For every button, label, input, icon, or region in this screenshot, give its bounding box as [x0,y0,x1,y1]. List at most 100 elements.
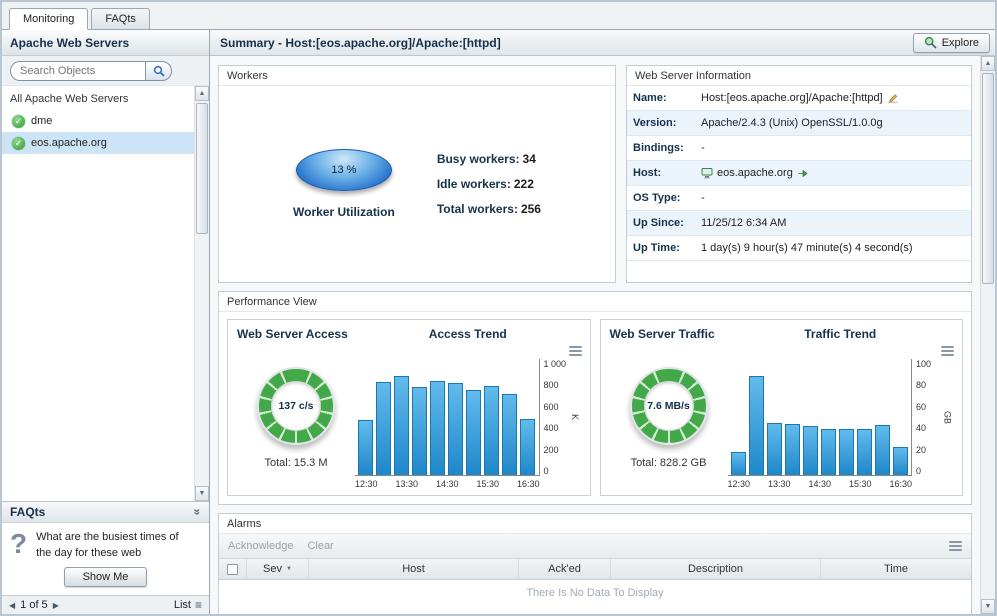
main-scrollbar[interactable]: ▲ ▼ [980,56,995,614]
pager-controls: ◀ 1 of 5 ▶ [9,599,59,611]
scroll-down-icon[interactable]: ▼ [195,486,209,501]
scrollbar-thumb[interactable] [982,73,994,284]
search-row [2,56,209,86]
version-value: Apache/2.4.3 (Unix) OpenSSL/1.0.0g [701,117,883,129]
edit-icon[interactable] [887,92,899,104]
scrollbar-track[interactable] [195,101,209,486]
server-name: dme [31,115,52,127]
web-server-access-card: Web Server Access Access Trend 137 c/s [227,319,591,496]
workers-panel: Workers 13 % Worker Utilization [218,65,616,283]
faqts-question: What are the busiest times of the day fo… [36,530,186,561]
bindings-value: - [701,142,705,154]
idle-workers-stat: Idle workers:222 [437,177,541,191]
column-header-description[interactable]: Description [611,559,821,579]
sidebar-item-eos-apache-org[interactable]: ✓ eos.apache.org [2,132,194,154]
clear-button[interactable]: Clear [307,540,333,552]
acknowledge-button[interactable]: Acknowledge [228,540,293,552]
access-trend-title: Access Trend [355,327,581,345]
chart-options-icon[interactable] [941,346,954,356]
server-list: All Apache Web Servers ✓ dme ✓ eos.apach… [2,86,194,501]
bar [412,387,427,475]
traffic-rate-gauge[interactable]: 7.6 MB/s [630,367,708,445]
main-area: Summary - Host:[eos.apache.org]/Apache:[… [210,30,995,614]
faqts-header: FAQts » [2,502,209,523]
show-me-button[interactable]: Show Me [64,567,148,587]
table-row: Version: Apache/2.4.3 (Unix) OpenSSL/1.0… [627,111,971,136]
table-row: Name: Host:[eos.apache.org]/Apache:[http… [627,86,971,111]
worker-utilization-gauge-group: 13 % Worker Utilization [293,149,395,219]
bar [749,376,764,475]
table-row: Up Since: 11/25/12 6:34 AM [627,211,971,236]
column-header-sev[interactable]: Sev ▼ [247,559,309,579]
bar [484,386,499,475]
sidebar-item-dme[interactable]: ✓ dme [2,110,194,132]
bar [803,426,818,475]
y-axis: 1 0008006004002000 [540,359,570,476]
scrollbar-track[interactable] [981,71,995,599]
web-server-info-table: Name: Host:[eos.apache.org]/Apache:[http… [627,86,971,261]
up-since-value: 11/25/12 6:34 AM [701,217,786,229]
bar [839,429,854,475]
bar [502,394,517,475]
prev-arrow-icon[interactable]: ◀ [9,601,15,610]
select-all-cell[interactable] [219,559,247,579]
table-customizer-icon[interactable] [949,541,962,551]
server-list-wrap: All Apache Web Servers ✓ dme ✓ eos.apach… [2,86,209,501]
faqts-body: ? What are the busiest times of the day … [2,523,209,563]
sidebar-scrollbar[interactable]: ▲ ▼ [194,86,209,501]
tab-faqts[interactable]: FAQts [91,8,150,30]
summary-row: Workers 13 % Worker Utilization [218,65,972,283]
access-rate-gauge[interactable]: 137 c/s [257,367,335,445]
faqts-section: FAQts » ? What are the busiest times of … [2,501,209,595]
scrollbar-thumb[interactable] [196,103,208,234]
worker-utilization-label: Worker Utilization [293,205,395,219]
pager-position: 1 of 5 [20,599,48,611]
list-label: List [174,599,191,611]
chart-options-icon[interactable] [569,346,582,356]
list-view-toggle[interactable]: List ≡ [174,598,202,612]
explore-button[interactable]: Explore [913,33,990,53]
column-header-acked[interactable]: Ack'ed [519,559,611,579]
scroll-up-icon[interactable]: ▲ [981,56,995,71]
access-gauge-zone: 137 c/s Total: 15.3 M [237,345,355,490]
scroll-down-icon[interactable]: ▼ [981,599,995,614]
search-button[interactable] [145,61,172,81]
workers-panel-title: Workers [219,66,615,86]
access-rate-value: 137 c/s [278,400,313,412]
performance-view-panel: Performance View Web Server Access Acces… [218,291,972,505]
scroll-up-icon[interactable]: ▲ [195,86,209,101]
drilldown-arrow-icon[interactable] [797,168,808,179]
alarms-table-header: Sev ▼ Host Ack'ed Description Time [219,559,971,580]
web-server-info-panel: Web Server Information Name: Host:[eos.a… [626,65,972,283]
bar [376,382,391,475]
bar [857,429,872,475]
select-all-checkbox[interactable] [227,564,238,575]
status-ok-icon: ✓ [12,137,25,150]
list-icon: ≡ [195,598,202,612]
bar [785,424,800,475]
web-server-info-title: Web Server Information [627,66,971,86]
collapse-chevron-icon[interactable]: » [191,509,205,516]
search-box [10,61,172,81]
bar [821,429,836,475]
bar [520,419,535,475]
faqts-title: FAQts [10,505,45,519]
access-card-title: Web Server Access [237,327,355,345]
main-header: Summary - Host:[eos.apache.org]/Apache:[… [210,30,995,56]
access-trend-chart[interactable]: 1 0008006004002000 K 12:3013:3014:3015:3… [355,345,581,490]
next-arrow-icon[interactable]: ▶ [53,601,59,610]
tab-monitoring[interactable]: Monitoring [9,8,88,30]
search-input[interactable] [10,61,145,81]
worker-utilization-gauge[interactable]: 13 % [296,149,392,191]
page-title: Summary - Host:[eos.apache.org]/Apache:[… [220,36,501,50]
show-me-row: Show Me [2,563,209,595]
column-header-host[interactable]: Host [309,559,519,579]
busy-workers-stat: Busy workers:34 [437,152,541,166]
performance-content: Web Server Access Access Trend 137 c/s [219,312,971,504]
search-icon [153,65,165,77]
traffic-trend-chart[interactable]: 100806040200 GB 12:3013:3014:3015:3016:3… [728,345,954,490]
column-header-time[interactable]: Time [821,559,971,579]
worker-utilization-value: 13 % [331,164,356,176]
bar [358,420,373,475]
host-link[interactable]: eos.apache.org [717,167,793,179]
